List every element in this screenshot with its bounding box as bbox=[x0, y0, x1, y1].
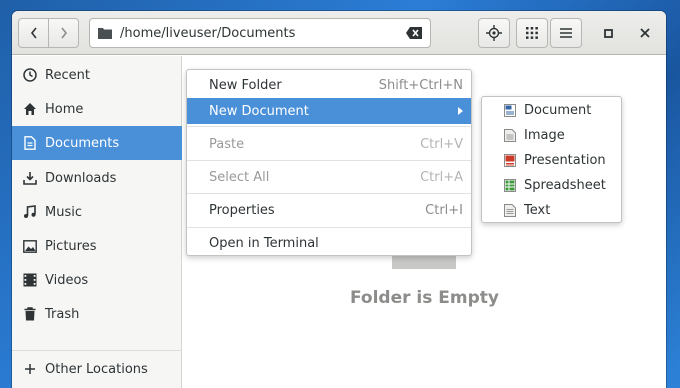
picture-icon bbox=[23, 239, 37, 253]
submenu-arrow-icon bbox=[458, 107, 463, 115]
menu-item-shortcut: Ctrl+I bbox=[425, 202, 463, 218]
trash-icon bbox=[23, 307, 37, 321]
maximize-button[interactable] bbox=[600, 25, 616, 41]
presentation-file-icon bbox=[504, 154, 516, 167]
menu-item-shortcut: Ctrl+A bbox=[420, 169, 463, 185]
navigation-buttons bbox=[18, 18, 80, 48]
submenu-item-label: Document bbox=[524, 103, 592, 118]
sidebar-item-videos[interactable]: Videos bbox=[12, 263, 182, 297]
chevron-left-icon bbox=[30, 27, 37, 39]
sidebar-item-label: Trash bbox=[45, 306, 80, 322]
view-grid-button[interactable] bbox=[516, 18, 548, 48]
plus-icon bbox=[23, 362, 37, 376]
spreadsheet-file-icon bbox=[504, 179, 516, 192]
new-document-submenu: Document Image Presentation Spreadsheet … bbox=[481, 96, 622, 223]
submenu-item-spreadsheet[interactable]: Spreadsheet bbox=[482, 173, 621, 198]
empty-folder-message: Folder is Empty bbox=[350, 288, 499, 308]
folder-icon bbox=[98, 28, 112, 39]
location-path[interactable]: /home/liveuser/Documents bbox=[120, 26, 295, 41]
menu-item-label: Paste bbox=[209, 136, 245, 152]
submenu-item-document[interactable]: Document bbox=[482, 98, 621, 123]
sidebar-item-recent[interactable]: Recent bbox=[12, 58, 182, 92]
forward-button[interactable] bbox=[48, 18, 79, 48]
menu-item-new-folder[interactable]: New Folder Shift+Ctrl+N bbox=[187, 72, 471, 98]
menu-separator bbox=[187, 160, 471, 161]
home-icon bbox=[23, 102, 37, 116]
crosshair-icon bbox=[486, 25, 502, 41]
context-menu: New Folder Shift+Ctrl+N New Document Pas… bbox=[186, 69, 472, 256]
menu-separator bbox=[187, 126, 471, 127]
writer-document-icon bbox=[504, 104, 516, 117]
sidebar-item-label: Music bbox=[45, 204, 82, 220]
back-button[interactable] bbox=[18, 18, 49, 48]
menu-item-shortcut: Shift+Ctrl+N bbox=[378, 77, 463, 93]
close-icon bbox=[640, 28, 650, 38]
menu-separator bbox=[187, 193, 471, 194]
menu-item-properties[interactable]: Properties Ctrl+I bbox=[187, 197, 471, 223]
menu-item-label: Open in Terminal bbox=[209, 235, 319, 251]
menu-item-label: New Document bbox=[209, 103, 309, 119]
sidebar-item-documents[interactable]: Documents bbox=[12, 126, 182, 160]
download-icon bbox=[23, 171, 37, 185]
menu-item-select-all[interactable]: Select All Ctrl+A bbox=[187, 164, 471, 190]
sidebar-item-label: Home bbox=[45, 101, 84, 117]
submenu-item-label: Text bbox=[524, 203, 551, 218]
sidebar-item-label: Pictures bbox=[45, 238, 97, 254]
header-bar: /home/liveuser/Documents bbox=[12, 11, 666, 55]
music-icon bbox=[23, 205, 37, 219]
sidebar-item-trash[interactable]: Trash bbox=[12, 297, 182, 331]
sidebar-item-other-locations[interactable]: Other Locations bbox=[12, 352, 182, 386]
sidebar-item-label: Recent bbox=[45, 67, 90, 83]
menu-item-label: New Folder bbox=[209, 77, 282, 93]
sidebar-separator bbox=[12, 350, 182, 351]
grid-icon bbox=[526, 27, 538, 39]
sidebar-item-home[interactable]: Home bbox=[12, 92, 182, 126]
sidebar-item-label: Videos bbox=[45, 272, 89, 288]
places-sidebar: Recent Home Documents Downloads Music Pi… bbox=[12, 56, 182, 388]
text-file-icon bbox=[504, 204, 516, 217]
submenu-item-image[interactable]: Image bbox=[482, 123, 621, 148]
image-file-icon bbox=[504, 129, 516, 142]
hamburger-icon bbox=[560, 28, 572, 38]
sidebar-item-label: Downloads bbox=[45, 170, 117, 186]
close-button[interactable] bbox=[637, 25, 653, 41]
sidebar-item-label: Other Locations bbox=[45, 361, 148, 377]
sidebar-item-downloads[interactable]: Downloads bbox=[12, 161, 182, 195]
submenu-item-label: Presentation bbox=[524, 153, 606, 168]
submenu-item-text[interactable]: Text bbox=[482, 198, 621, 223]
menu-item-label: Properties bbox=[209, 202, 275, 218]
submenu-item-presentation[interactable]: Presentation bbox=[482, 148, 621, 173]
film-icon bbox=[23, 273, 37, 287]
location-button[interactable] bbox=[478, 18, 510, 48]
clock-icon bbox=[23, 68, 37, 82]
sidebar-item-pictures[interactable]: Pictures bbox=[12, 229, 182, 263]
submenu-item-label: Image bbox=[524, 128, 565, 143]
menu-button[interactable] bbox=[550, 18, 582, 48]
sidebar-item-label: Documents bbox=[45, 135, 120, 151]
chevron-right-icon bbox=[60, 27, 67, 39]
menu-item-shortcut: Ctrl+V bbox=[420, 136, 463, 152]
menu-item-label: Select All bbox=[209, 169, 270, 185]
menu-separator bbox=[187, 227, 471, 228]
document-icon bbox=[23, 136, 37, 150]
sidebar-item-music[interactable]: Music bbox=[12, 195, 182, 229]
menu-item-paste[interactable]: Paste Ctrl+V bbox=[187, 131, 471, 157]
submenu-item-label: Spreadsheet bbox=[524, 178, 606, 193]
clear-entry-icon[interactable] bbox=[406, 27, 422, 39]
menu-item-new-document[interactable]: New Document bbox=[187, 98, 471, 124]
location-entry[interactable]: /home/liveuser/Documents bbox=[89, 18, 431, 48]
maximize-icon bbox=[603, 28, 613, 38]
menu-item-open-in-terminal[interactable]: Open in Terminal bbox=[187, 230, 471, 256]
